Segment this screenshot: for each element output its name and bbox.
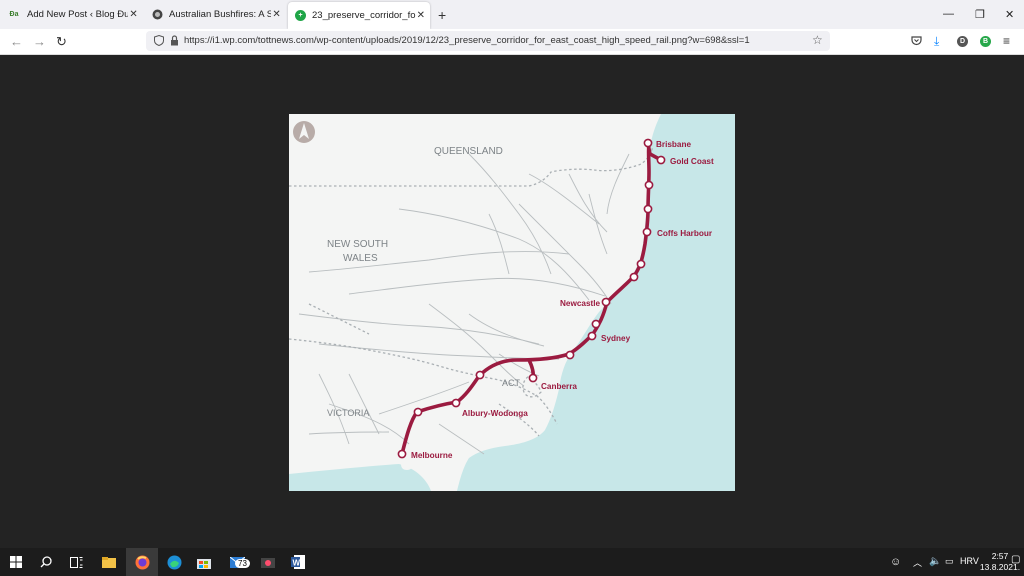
- edge-icon[interactable]: [164, 552, 184, 572]
- station-marker: [565, 350, 575, 360]
- tab-title: 23_preserve_corridor_for_east_c: [312, 10, 416, 21]
- forward-arrow-icon[interactable]: →: [33, 34, 46, 49]
- search-icon[interactable]: [36, 552, 56, 572]
- station-marker: [601, 297, 611, 307]
- station-marker: [644, 180, 654, 190]
- north-arrow-icon: [293, 121, 315, 143]
- menu-icon[interactable]: ≡: [1003, 34, 1010, 48]
- windows-start-icon[interactable]: [6, 552, 26, 572]
- map-svg: QUEENSLAND NEW SOUTH WALES ACT VICTORIA …: [288, 114, 735, 491]
- notifications-icon[interactable]: ▢: [1011, 554, 1020, 565]
- lock-icon[interactable]: [170, 35, 179, 49]
- station-marker: [656, 155, 666, 165]
- tab-blog[interactable]: Đa Add New Post ‹ Blog Đurđice A ✕: [0, 0, 143, 29]
- station-marker: [642, 227, 652, 237]
- tab-title: Australian Bushfires: A Smart C: [169, 9, 272, 20]
- albury-wodonga-label: Albury-Wodonga: [462, 409, 528, 418]
- close-tab-icon[interactable]: ✕: [416, 10, 426, 21]
- show-hidden-icons-chevron-icon[interactable]: ︿: [913, 556, 922, 569]
- shield-icon[interactable]: [154, 34, 164, 49]
- station-marker: [629, 272, 639, 282]
- mail-unread-badge: 73: [235, 559, 250, 568]
- globe-favicon-icon: [152, 9, 163, 20]
- station-marker: [475, 370, 485, 380]
- tab-strip: Đa Add New Post ‹ Blog Đurđice A ✕ Austr…: [0, 0, 1024, 29]
- camera-app-icon[interactable]: [258, 552, 278, 572]
- profile-d-icon[interactable]: D: [957, 36, 968, 47]
- back-arrow-icon[interactable]: ←: [10, 34, 23, 49]
- people-icon[interactable]: ☺: [890, 556, 901, 568]
- victoria-label: VICTORIA: [327, 408, 369, 418]
- green-plus-favicon-icon: +: [295, 10, 306, 21]
- word-icon[interactable]: W: [288, 552, 308, 572]
- station-marker: [643, 138, 653, 148]
- svg-text:W: W: [293, 559, 301, 568]
- station-marker: [643, 204, 653, 214]
- pocket-icon[interactable]: [911, 36, 922, 49]
- act-label: ACT: [502, 378, 521, 388]
- extension-b-icon[interactable]: B: [980, 36, 991, 47]
- reload-icon[interactable]: ↻: [56, 34, 67, 50]
- station-marker: [451, 398, 461, 408]
- network-icon[interactable]: ▭: [945, 556, 954, 567]
- firefox-icon[interactable]: [132, 552, 152, 572]
- close-window-button[interactable]: ✕: [1005, 8, 1014, 21]
- url-text[interactable]: https://i1.wp.com/tottnews.com/wp-conten…: [184, 35, 750, 46]
- queensland-label: QUEENSLAND: [434, 146, 503, 157]
- newcastle-label: Newcastle: [560, 299, 600, 308]
- station-marker: [397, 449, 407, 459]
- task-view-icon[interactable]: [66, 552, 86, 572]
- gold-coast-label: Gold Coast: [670, 157, 714, 166]
- tab-bushfires[interactable]: Australian Bushfires: A Smart C ✕: [145, 0, 286, 29]
- windows-taskbar: 73 W ☺ ︿ 🔈 ▭ HRV 2:57 13.8.2021. ▢: [0, 548, 1024, 576]
- blog-favicon-icon: Đa: [9, 11, 19, 18]
- minimize-button[interactable]: —: [943, 8, 954, 20]
- downloads-icon[interactable]: ⤓: [934, 34, 939, 49]
- new-tab-button[interactable]: +: [438, 7, 446, 23]
- tab-title: Add New Post ‹ Blog Đurđice A: [27, 9, 129, 20]
- address-bar[interactable]: https://i1.wp.com/tottnews.com/wp-conten…: [146, 31, 830, 51]
- station-marker: [591, 319, 601, 329]
- close-tab-icon[interactable]: ✕: [271, 9, 282, 20]
- melbourne-label: Melbourne: [411, 451, 453, 460]
- tab-rail-image[interactable]: + 23_preserve_corridor_for_east_c ✕: [288, 2, 430, 29]
- restore-button[interactable]: ❐: [975, 8, 985, 21]
- canberra-label: Canberra: [541, 382, 577, 391]
- volume-icon[interactable]: 🔈: [929, 556, 941, 567]
- sydney-label: Sydney: [601, 334, 631, 343]
- brisbane-label: Brisbane: [656, 140, 691, 149]
- language-indicator[interactable]: HRV: [960, 556, 979, 566]
- rail-corridor-map-image: QUEENSLAND NEW SOUTH WALES ACT VICTORIA …: [288, 114, 735, 491]
- new-south-label: NEW SOUTH: [327, 239, 388, 250]
- station-marker: [528, 373, 538, 383]
- station-marker: [636, 259, 646, 269]
- bookmark-star-icon[interactable]: ☆: [812, 33, 823, 47]
- station-marker: [413, 407, 423, 417]
- navigation-bar: ← → ↻ https://i1.wp.com/tottnews.com/wp-…: [0, 29, 1024, 55]
- close-tab-icon[interactable]: ✕: [128, 9, 139, 20]
- coffs-harbour-label: Coffs Harbour: [657, 229, 713, 238]
- wales-label: WALES: [343, 253, 378, 264]
- station-marker: [587, 331, 597, 341]
- file-explorer-icon[interactable]: [99, 552, 119, 572]
- store-icon[interactable]: [194, 552, 214, 572]
